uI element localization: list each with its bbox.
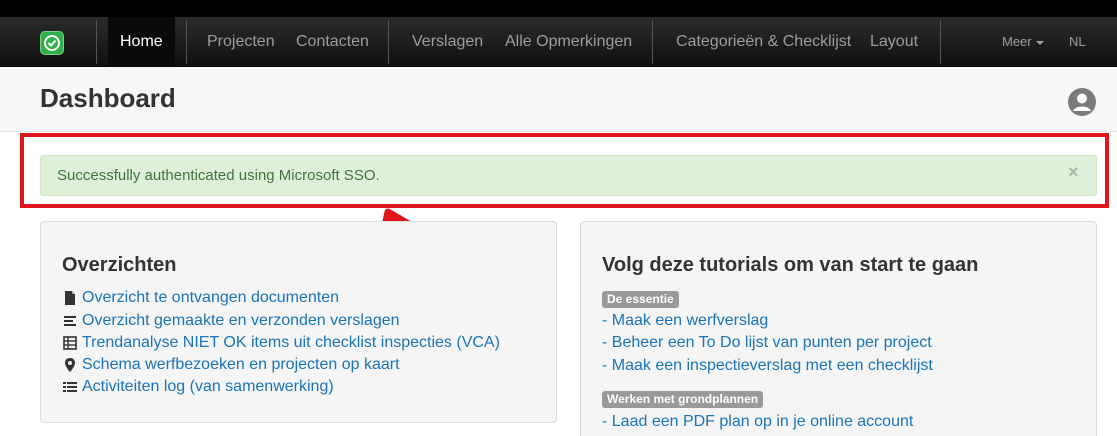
nav-language[interactable]: NL <box>1069 17 1086 67</box>
nav-divider <box>186 20 187 64</box>
nav-projecten[interactable]: Projecten <box>207 17 275 67</box>
app-logo[interactable] <box>40 31 64 55</box>
tutorial-link[interactable]: - Laad een PDF plan op in je online acco… <box>602 413 913 431</box>
map-marker-icon <box>65 358 75 372</box>
overview-link-label: Trendanalyse NIET OK items uit checklist… <box>82 334 500 351</box>
page-title: Dashboard <box>40 83 176 113</box>
nav-meer-dropdown[interactable]: Meer <box>1002 17 1044 67</box>
file-icon <box>65 291 75 305</box>
tutorial-link[interactable]: - Maak een werfverslag <box>602 312 768 330</box>
overview-link-documenten[interactable]: Overzicht te ontvangen documenten <box>62 287 339 309</box>
nav-categorieen-checklijst[interactable]: Categorieën & Checklijst <box>676 17 851 67</box>
table-icon <box>63 336 77 350</box>
overview-card: Overzichten Overzicht te ontvangen docum… <box>40 221 557 423</box>
overview-link-activiteiten[interactable]: Activiteiten log (van samenwerking) <box>62 376 334 398</box>
overview-link-label: Activiteiten log (van samenwerking) <box>82 378 334 395</box>
page-header: Dashboard <box>0 67 1117 132</box>
overview-link-label: Schema werfbezoeken en projecten op kaar… <box>82 356 400 373</box>
nav-meer-label: Meer <box>1002 34 1032 49</box>
overview-link-label: Overzicht te ontvangen documenten <box>82 289 340 306</box>
tutorials-title: Volg deze tutorials om van start te gaan <box>602 254 979 276</box>
user-avatar-icon[interactable] <box>1067 87 1097 117</box>
nav-layout[interactable]: Layout <box>870 17 918 67</box>
tutorials-card: Volg deze tutorials om van start te gaan… <box>580 221 1097 436</box>
overview-link-trendanalyse[interactable]: Trendanalyse NIET OK items uit checklist… <box>62 332 500 354</box>
nav-verslagen[interactable]: Verslagen <box>412 17 483 67</box>
nav-divider <box>652 20 653 64</box>
tutorial-link[interactable]: - Maak een inspectieverslag met een chec… <box>602 357 933 375</box>
align-left-icon <box>64 316 76 326</box>
tutorial-group-badge: De essentie <box>602 291 679 308</box>
nav-divider <box>940 20 941 64</box>
navbar: Home Projecten Contacten Verslagen Alle … <box>0 17 1117 67</box>
tutorial-link[interactable]: - Beheer een To Do lijst van punten per … <box>602 334 932 352</box>
nav-contacten[interactable]: Contacten <box>296 17 369 67</box>
top-strip <box>0 0 1117 17</box>
checkmark-icon <box>44 35 60 51</box>
nav-divider <box>388 20 389 64</box>
overview-title: Overzichten <box>62 254 177 276</box>
nav-home[interactable]: Home <box>108 17 175 67</box>
overview-link-kaart[interactable]: Schema werfbezoeken en projecten op kaar… <box>62 354 400 376</box>
overview-link-label: Overzicht gemaakte en verzonden verslage… <box>82 312 400 329</box>
highlight-frame <box>20 133 1109 208</box>
overview-link-verslagen[interactable]: Overzicht gemaakte en verzonden verslage… <box>62 310 400 332</box>
list-icon <box>63 382 77 392</box>
tutorial-group-badge: Werken met grondplannen <box>602 391 764 408</box>
caret-down-icon <box>1035 40 1044 45</box>
nav-divider <box>96 20 97 64</box>
nav-alle-opmerkingen[interactable]: Alle Opmerkingen <box>505 17 632 67</box>
